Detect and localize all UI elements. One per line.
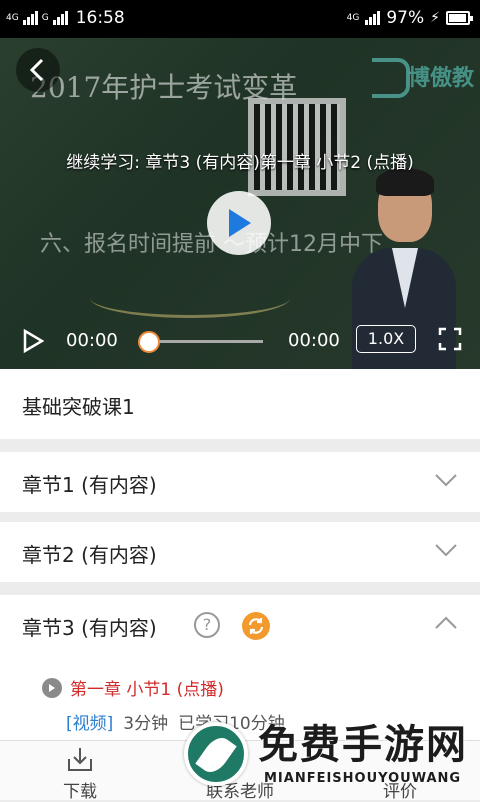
watermark-text-en: MIANFEISHOUYOUWANG xyxy=(264,771,462,786)
tab-download[interactable]: 下载 xyxy=(20,741,140,802)
back-button[interactable] xyxy=(16,48,60,92)
site-watermark: 免费手游网 MIANFEISHOUYOUWANG xyxy=(180,700,480,800)
battery-percent: 97% xyxy=(386,8,425,28)
watermark-logo xyxy=(184,722,248,786)
signal-bars-icon xyxy=(22,11,38,25)
signal-bars-icon-2 xyxy=(52,11,68,25)
qr-code-image xyxy=(248,98,346,196)
tab-label: 下载 xyxy=(63,782,97,802)
seek-handle[interactable] xyxy=(138,331,160,353)
battery-icon xyxy=(446,11,473,25)
chapter-row-1[interactable]: 章节1 (有内容) xyxy=(0,452,480,512)
course-name: 基础突破课1 xyxy=(22,395,135,419)
chevron-down-icon xyxy=(435,544,457,557)
player-controls: 00:00 00:00 1.0X xyxy=(0,313,480,369)
current-time: 00:00 xyxy=(66,330,118,351)
total-time: 00:00 xyxy=(288,330,340,351)
chevron-down-icon xyxy=(435,474,457,487)
lesson-title: 第一章 小节1 (点播) xyxy=(70,680,224,700)
fullscreen-button[interactable] xyxy=(438,327,462,356)
chevron-left-icon xyxy=(29,58,44,82)
video-player[interactable]: 2017年护士考试变革 博傲教 六、报名时间提前 ～预计12月中下 继续学习: … xyxy=(0,38,480,369)
watermark-text-cn: 免费手游网 xyxy=(258,722,468,768)
handwriting-scribble xyxy=(90,278,290,318)
seek-bar[interactable] xyxy=(148,340,263,343)
fullscreen-icon xyxy=(438,327,462,351)
network-label: 4G xyxy=(346,12,360,23)
status-bar: 4G G 16:58 4G 97% ⚡ xyxy=(0,0,480,38)
lesson-item[interactable]: 第一章 小节1 (点播) xyxy=(42,675,224,700)
playback-speed-button[interactable]: 1.0X xyxy=(356,325,416,353)
chapter-row-2[interactable]: 章节2 (有内容) xyxy=(0,522,480,582)
charging-icon: ⚡ xyxy=(430,10,440,26)
network-bars-icon xyxy=(365,11,381,25)
school-logo-text: 博傲教 xyxy=(407,66,474,91)
help-icon[interactable]: ? xyxy=(194,612,220,638)
play-button[interactable] xyxy=(22,328,45,358)
refresh-icon[interactable] xyxy=(242,612,270,640)
play-button-center[interactable] xyxy=(207,191,271,255)
download-icon xyxy=(68,748,92,771)
course-header: 基础突破课1 xyxy=(0,369,480,439)
chapter-label: 章节2 (有内容) xyxy=(22,543,157,567)
video-title: 继续学习: 章节3 (有内容)第一章 小节2 (点播) xyxy=(66,153,414,173)
lesson-play-icon xyxy=(42,677,62,698)
chapter-label: 章节3 (有内容) xyxy=(22,616,157,640)
clock: 16:58 xyxy=(75,8,125,28)
chapter-label: 章节1 (有内容) xyxy=(22,473,157,497)
play-outline-icon xyxy=(23,328,45,354)
signal-label-4g: 4G xyxy=(6,12,19,23)
lesson-type-tag: [视频] xyxy=(66,714,114,734)
signal-label-g: G xyxy=(41,12,49,23)
lesson-duration: 3分钟 xyxy=(123,714,169,734)
chevron-up-icon xyxy=(435,616,457,629)
play-icon xyxy=(229,209,251,237)
school-logo-mark xyxy=(372,58,410,98)
